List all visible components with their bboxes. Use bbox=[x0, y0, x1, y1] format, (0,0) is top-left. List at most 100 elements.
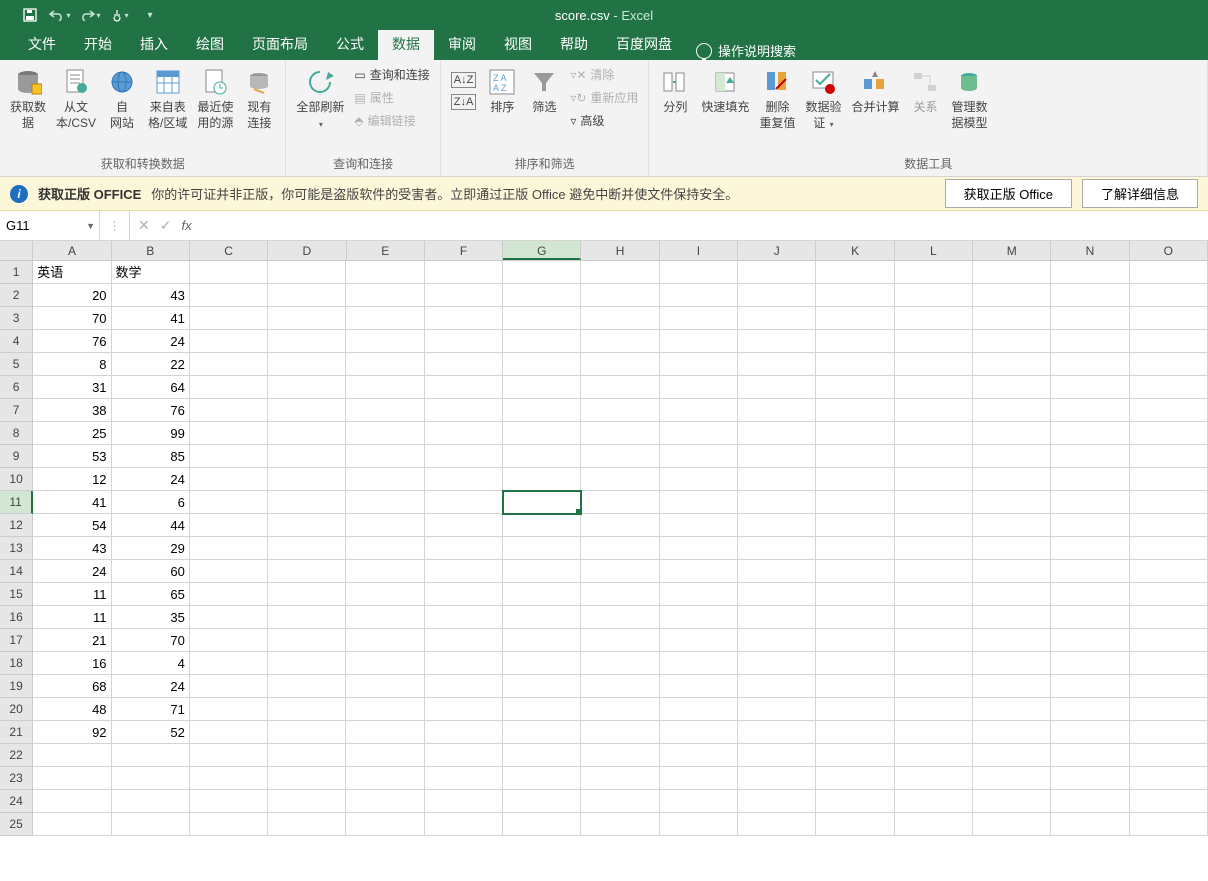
cell[interactable] bbox=[660, 514, 738, 537]
cell[interactable] bbox=[425, 353, 503, 376]
cell[interactable] bbox=[268, 353, 346, 376]
cell[interactable] bbox=[895, 583, 973, 606]
cell[interactable] bbox=[973, 514, 1051, 537]
column-header-F[interactable]: F bbox=[425, 241, 503, 260]
cell[interactable] bbox=[425, 445, 503, 468]
column-header-I[interactable]: I bbox=[660, 241, 738, 260]
cell[interactable] bbox=[112, 744, 190, 767]
cell[interactable]: 12 bbox=[33, 468, 111, 491]
cell[interactable] bbox=[268, 422, 346, 445]
row-header[interactable]: 5 bbox=[0, 353, 33, 376]
cell[interactable] bbox=[660, 744, 738, 767]
cell[interactable] bbox=[346, 307, 424, 330]
cell[interactable] bbox=[1130, 675, 1208, 698]
cell[interactable] bbox=[268, 721, 346, 744]
tab-insert[interactable]: 插入 bbox=[126, 28, 182, 60]
column-header-N[interactable]: N bbox=[1051, 241, 1129, 260]
enter-icon[interactable]: ✓ bbox=[160, 217, 172, 234]
cell[interactable] bbox=[660, 767, 738, 790]
cell[interactable] bbox=[268, 629, 346, 652]
cell[interactable] bbox=[1130, 583, 1208, 606]
tab-page-layout[interactable]: 页面布局 bbox=[238, 28, 322, 60]
cell[interactable] bbox=[268, 790, 346, 813]
cell[interactable] bbox=[660, 583, 738, 606]
cell[interactable] bbox=[895, 376, 973, 399]
row-header[interactable]: 2 bbox=[0, 284, 33, 307]
cell[interactable] bbox=[973, 537, 1051, 560]
cell[interactable] bbox=[190, 422, 268, 445]
cell[interactable] bbox=[738, 491, 816, 514]
cell[interactable] bbox=[738, 445, 816, 468]
cell[interactable] bbox=[190, 698, 268, 721]
cell[interactable] bbox=[190, 652, 268, 675]
cell[interactable] bbox=[503, 330, 581, 353]
cell[interactable] bbox=[425, 744, 503, 767]
row-header[interactable]: 4 bbox=[0, 330, 33, 353]
cell[interactable] bbox=[425, 284, 503, 307]
cell[interactable] bbox=[973, 698, 1051, 721]
cell[interactable] bbox=[503, 675, 581, 698]
cell[interactable] bbox=[1130, 813, 1208, 836]
cell[interactable] bbox=[895, 675, 973, 698]
tab-file[interactable]: 文件 bbox=[14, 28, 70, 60]
cell[interactable] bbox=[660, 721, 738, 744]
cell[interactable] bbox=[816, 468, 894, 491]
recent-sources-button[interactable]: 最近使 用的源 bbox=[193, 64, 237, 133]
cell[interactable] bbox=[973, 560, 1051, 583]
properties-button[interactable]: ▤属性 bbox=[350, 87, 433, 108]
cell[interactable] bbox=[1051, 422, 1129, 445]
cell[interactable] bbox=[660, 353, 738, 376]
name-box-dropdown-icon[interactable]: ▼ bbox=[86, 221, 95, 231]
cell[interactable] bbox=[973, 767, 1051, 790]
row-header[interactable]: 3 bbox=[0, 307, 33, 330]
cell[interactable] bbox=[581, 537, 659, 560]
cell[interactable] bbox=[346, 606, 424, 629]
cell[interactable] bbox=[1051, 790, 1129, 813]
cell[interactable]: 48 bbox=[33, 698, 111, 721]
cell[interactable]: 25 bbox=[33, 422, 111, 445]
cell[interactable] bbox=[816, 744, 894, 767]
cell[interactable] bbox=[346, 675, 424, 698]
cell[interactable] bbox=[1130, 491, 1208, 514]
cell[interactable] bbox=[1130, 560, 1208, 583]
cell[interactable] bbox=[503, 790, 581, 813]
cell[interactable]: 24 bbox=[112, 675, 190, 698]
cell[interactable] bbox=[425, 675, 503, 698]
tab-draw[interactable]: 绘图 bbox=[182, 28, 238, 60]
cell[interactable] bbox=[190, 537, 268, 560]
cell[interactable] bbox=[503, 698, 581, 721]
cell[interactable] bbox=[1130, 721, 1208, 744]
row-header[interactable]: 21 bbox=[0, 721, 33, 744]
from-web-button[interactable]: 自 网站 bbox=[102, 64, 142, 133]
name-box[interactable]: ▼ bbox=[0, 211, 100, 240]
cell[interactable] bbox=[973, 261, 1051, 284]
cell[interactable] bbox=[581, 629, 659, 652]
cell[interactable] bbox=[973, 721, 1051, 744]
queries-connections-button[interactable]: ▭查询和连接 bbox=[350, 64, 433, 85]
column-header-M[interactable]: M bbox=[973, 241, 1051, 260]
advanced-filter-button[interactable]: ▿高级 bbox=[566, 110, 642, 131]
cell[interactable] bbox=[1051, 514, 1129, 537]
touch-mode-icon[interactable]: ▾ bbox=[108, 3, 132, 27]
cell[interactable] bbox=[660, 284, 738, 307]
cell[interactable] bbox=[503, 353, 581, 376]
cell[interactable] bbox=[738, 560, 816, 583]
cell[interactable] bbox=[895, 790, 973, 813]
cell[interactable] bbox=[346, 744, 424, 767]
cell[interactable] bbox=[581, 744, 659, 767]
cell[interactable] bbox=[895, 813, 973, 836]
cell[interactable] bbox=[268, 537, 346, 560]
row-header[interactable]: 10 bbox=[0, 468, 33, 491]
cell[interactable] bbox=[1130, 307, 1208, 330]
cell[interactable]: 41 bbox=[33, 491, 111, 514]
row-header[interactable]: 17 bbox=[0, 629, 33, 652]
cell[interactable] bbox=[190, 514, 268, 537]
redo-icon[interactable]: ▾ bbox=[78, 3, 102, 27]
refresh-all-button[interactable]: 全部刷新▾ bbox=[292, 64, 348, 133]
cell[interactable] bbox=[738, 698, 816, 721]
cell[interactable]: 31 bbox=[33, 376, 111, 399]
column-header-J[interactable]: J bbox=[738, 241, 816, 260]
fx-icon[interactable]: fx bbox=[181, 218, 191, 233]
cell[interactable] bbox=[268, 744, 346, 767]
cell[interactable] bbox=[190, 790, 268, 813]
